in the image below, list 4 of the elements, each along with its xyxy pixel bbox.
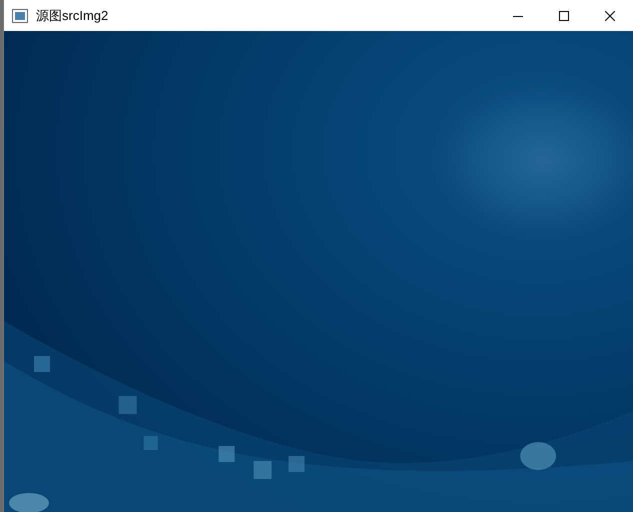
maximize-icon (559, 10, 569, 20)
app-icon (12, 8, 28, 22)
close-icon (605, 10, 615, 20)
window-title: 源图srcImg2 (36, 6, 108, 25)
